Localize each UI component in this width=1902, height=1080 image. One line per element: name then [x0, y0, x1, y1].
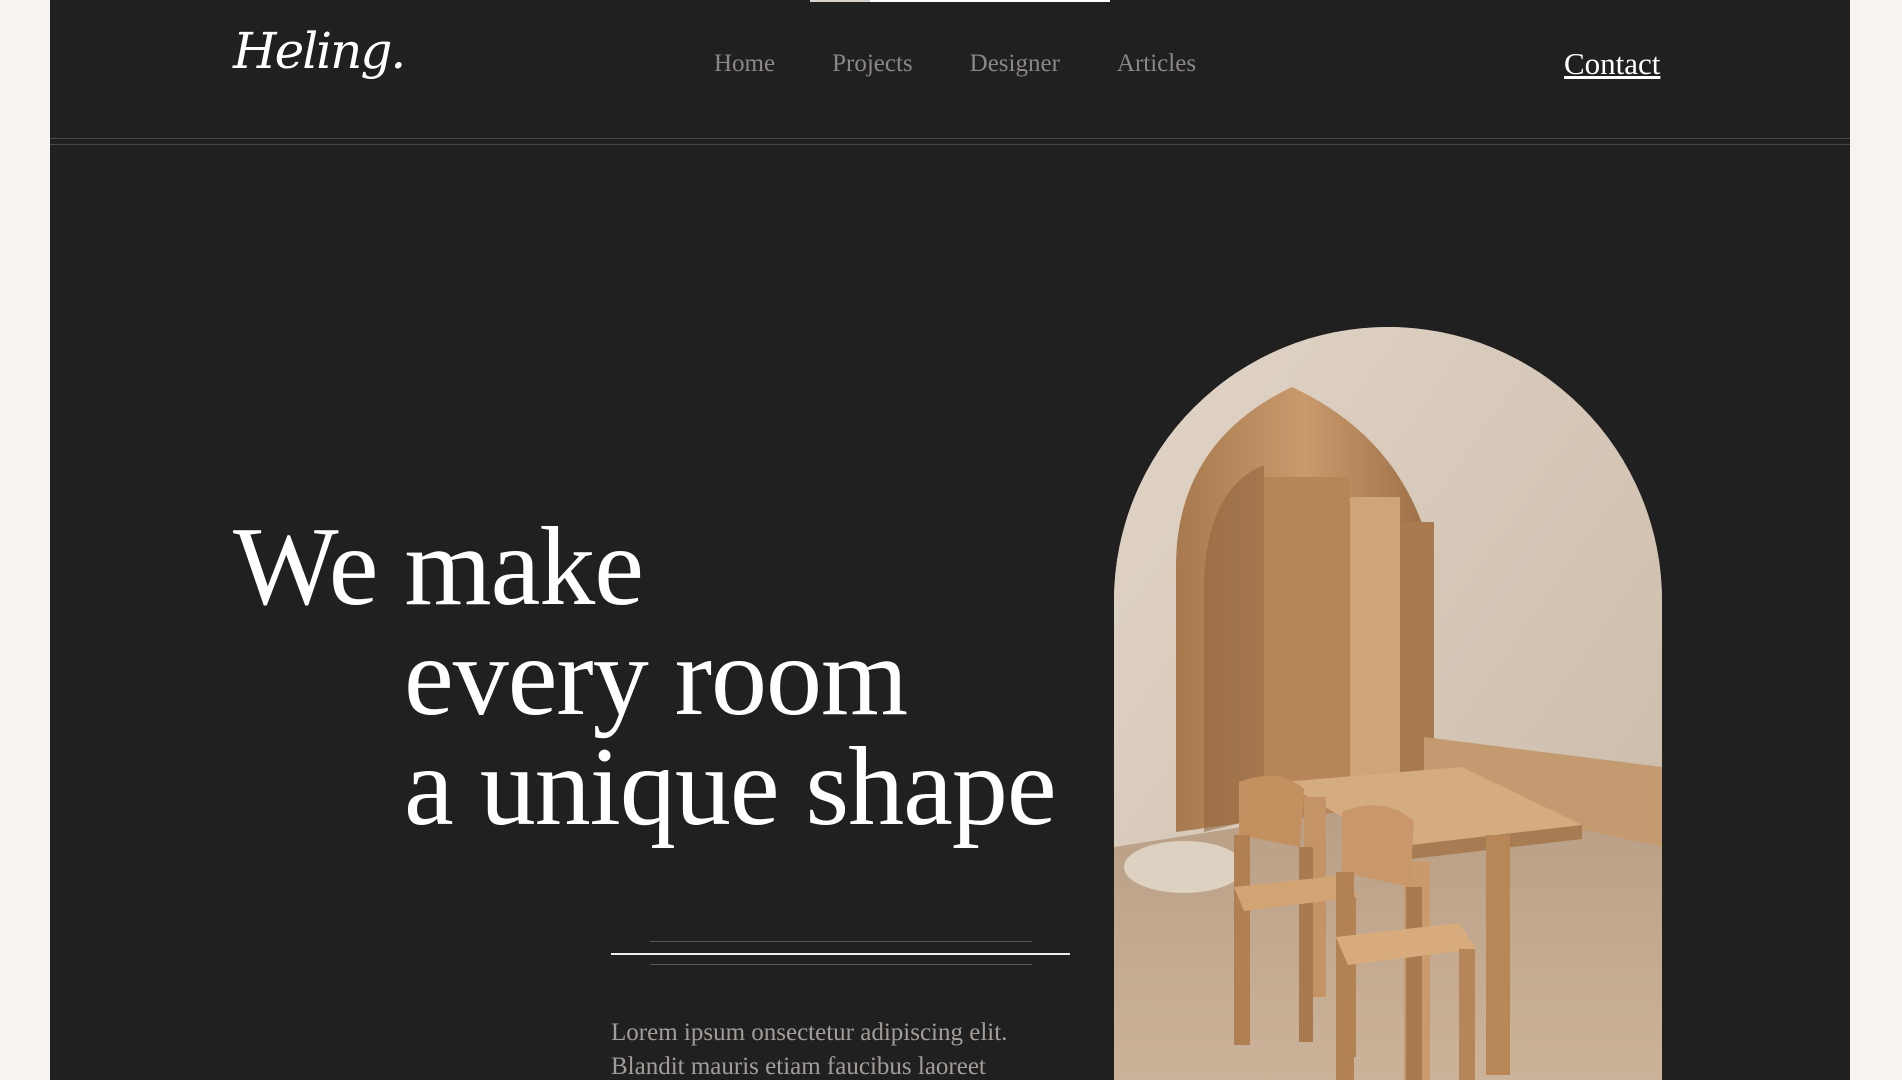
contact-link[interactable]: Contact: [1564, 46, 1660, 82]
header-divider: [50, 144, 1850, 145]
decorative-rule: [650, 964, 1032, 965]
nav-item-designer[interactable]: Designer: [970, 50, 1060, 78]
brand-logo[interactable]: Heling.: [233, 22, 406, 80]
nav-item-articles[interactable]: Articles: [1117, 50, 1196, 78]
nav-item-home[interactable]: Home: [714, 50, 775, 78]
main-nav: Home Projects Designer Articles: [714, 50, 1196, 78]
hero-headline: We make every room a unique shape: [233, 505, 1057, 849]
hero-panel: Heling. Home Projects Designer Articles …: [50, 0, 1850, 1080]
decorative-rule: [611, 953, 1070, 955]
headline-line-2: every room: [404, 615, 908, 739]
headline-line-3: a unique shape: [404, 725, 1057, 849]
room-illustration: [1114, 327, 1662, 1080]
slide-indicator-active: [870, 0, 1110, 2]
hero-description: Lorem ipsum onsectetur adipiscing elit. …: [611, 1019, 1008, 1080]
header-divider: [50, 138, 1850, 139]
hero-arch-image: [1114, 327, 1662, 1080]
slide-indicator: [810, 0, 1110, 2]
nav-item-projects[interactable]: Projects: [832, 50, 913, 78]
decorative-rule: [650, 941, 1032, 942]
headline-line-1: We make: [233, 505, 644, 629]
